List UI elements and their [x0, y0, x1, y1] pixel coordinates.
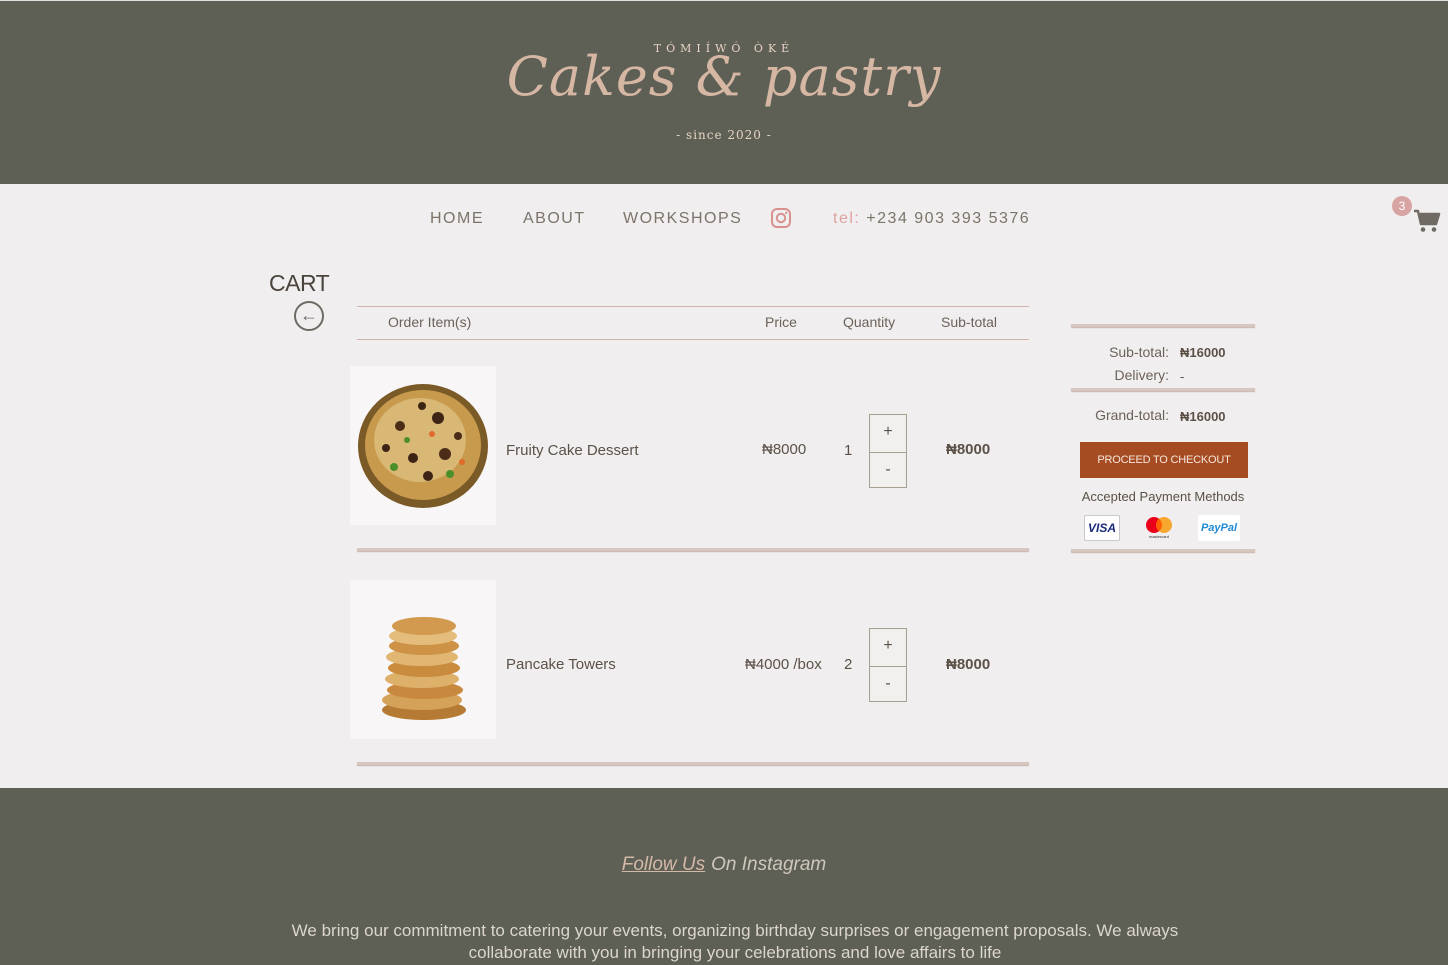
row-divider	[357, 762, 1029, 765]
increase-quantity-button[interactable]: +	[870, 629, 906, 665]
fruity-cake-image	[350, 366, 496, 525]
cart-count-badge: 3	[1392, 196, 1412, 216]
brand-logo-text[interactable]: Cakes & pastry	[0, 45, 1448, 108]
summary-divider	[1071, 324, 1255, 327]
cart-table-header: Order Item(s) Price Quantity Sub-total	[357, 306, 1029, 340]
site-header: TÓMIÍWÓ ÒKÉ Cakes & pastry - since 2020 …	[0, 0, 1448, 184]
main-nav: HOME ABOUT WORKSHOPS tel: +234 903 393 5…	[0, 207, 1448, 235]
col-quantity: Quantity	[843, 314, 896, 330]
delivery-value: -	[1180, 369, 1185, 384]
cart-row: Pancake Towers ₦4000 /box 2 + - ₦8000	[350, 580, 1029, 740]
cart-icon	[1414, 209, 1441, 232]
brand-since: - since 2020 -	[676, 128, 772, 142]
col-subtotal: Sub-total	[941, 314, 998, 330]
nav-home-link[interactable]: HOME	[430, 210, 484, 228]
phone-number[interactable]: tel: +234 903 393 5376	[833, 210, 1030, 228]
subtotal-label: Sub-total:	[1109, 344, 1169, 360]
mastercard-icon: mastercard	[1141, 515, 1177, 541]
row-divider	[357, 548, 1029, 551]
item-subtotal: ₦8000	[946, 441, 991, 458]
order-summary: Sub-total: ₦16000 Delivery: - Grand-tota…	[1071, 324, 1255, 552]
paypal-icon: PayPal	[1198, 515, 1240, 541]
item-price: ₦8000	[762, 441, 807, 458]
payment-methods-label: Accepted Payment Methods	[1081, 489, 1245, 504]
item-price: ₦4000 /box	[745, 656, 822, 673]
decrease-quantity-button[interactable]: -	[870, 452, 906, 488]
proceed-to-checkout-button[interactable]: PROCEED TO CHECKOUT	[1080, 442, 1248, 478]
delivery-label: Delivery:	[1114, 367, 1169, 383]
quantity-stepper: + -	[869, 414, 907, 488]
tel-number: +234 903 393 5376	[866, 210, 1031, 227]
item-quantity: 2	[844, 656, 853, 673]
nav-about-link[interactable]: ABOUT	[523, 210, 586, 228]
item-name: Pancake Towers	[506, 656, 616, 673]
footer-description: We bring our commitment to catering your…	[291, 921, 1179, 962]
grand-total-value: ₦16000	[1180, 409, 1226, 424]
item-quantity: 1	[844, 442, 853, 459]
summary-divider	[1071, 549, 1255, 552]
item-name: Fruity Cake Dessert	[506, 442, 639, 459]
follow-instagram: Follow Us On Instagram	[0, 854, 1448, 876]
instagram-icon[interactable]	[770, 207, 792, 229]
left-arrow-circle-icon[interactable]: ←	[294, 301, 324, 331]
col-price: Price	[765, 314, 797, 330]
cart-row: Fruity Cake Dessert ₦8000 1 + - ₦8000	[350, 366, 1029, 526]
summary-divider	[1071, 388, 1255, 391]
tel-label: tel:	[833, 210, 861, 227]
follow-instagram-text: On Instagram	[711, 854, 827, 875]
site-footer: Follow Us On Instagram We bring our commi…	[0, 788, 1448, 965]
pancake-image	[350, 580, 496, 739]
decrease-quantity-button[interactable]: -	[870, 666, 906, 702]
cart-title: CART	[269, 270, 330, 296]
quantity-stepper: + -	[869, 628, 907, 702]
follow-us-link[interactable]: Follow Us	[622, 854, 705, 875]
col-order-items: Order Item(s)	[388, 314, 472, 330]
subtotal-value: ₦16000	[1180, 345, 1226, 360]
item-subtotal: ₦8000	[946, 656, 991, 673]
grand-total-label: Grand-total:	[1095, 407, 1169, 423]
nav-workshops-link[interactable]: WORKSHOPS	[623, 210, 742, 228]
visa-icon: VISA	[1084, 515, 1120, 541]
cart-button[interactable]: 3	[1390, 196, 1442, 236]
increase-quantity-button[interactable]: +	[870, 415, 906, 451]
